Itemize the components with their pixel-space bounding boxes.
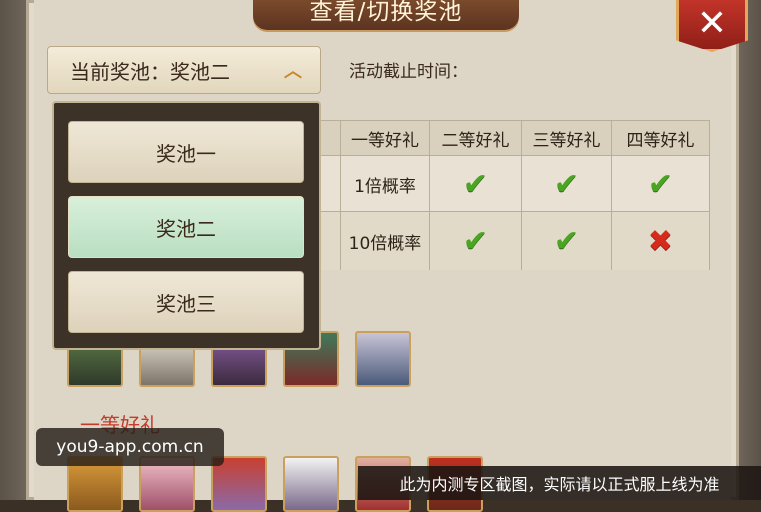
table-header-cell: 二等好礼 (430, 121, 522, 155)
footer-notice: 此为内测专区截图，实际请以正式服上线为准 (358, 466, 761, 500)
pool-option-1[interactable]: 奖池一 (68, 121, 304, 183)
watermark: you9-app.com.cn (36, 428, 224, 466)
rate-cell: 1倍概率 (341, 156, 430, 212)
check-icon: ✔ (430, 212, 522, 270)
table-row: 10倍概率 ✔ ✔ ✖ (259, 211, 709, 270)
table-header-cell: 三等好礼 (522, 121, 612, 155)
chevron-up-icon: ︿ (284, 61, 302, 82)
check-icon: ✔ (522, 156, 612, 212)
table-header-cell: 一等好礼 (341, 121, 430, 155)
table-row: 1倍概率 ✔ ✔ ✔ (259, 155, 709, 212)
title-banner: 查看/切换奖池 (253, 0, 519, 30)
close-icon: ✕ (696, 2, 728, 44)
prize-avatar-icon[interactable] (355, 331, 411, 387)
deadline-label: 活动截止时间： (349, 62, 468, 82)
check-icon: ✔ (522, 212, 612, 270)
pool-dropdown-menu: 奖池一 奖池二 奖池三 (52, 101, 321, 350)
check-icon: ✔ (647, 166, 674, 202)
pool-option-3[interactable]: 奖池三 (68, 271, 304, 333)
pool-option-2[interactable]: 奖池二 (68, 196, 304, 258)
table-header-cell: 四等好礼 (626, 130, 695, 151)
prize-avatar-icon[interactable] (283, 456, 339, 512)
pool-select-dropdown[interactable]: 当前奖池：奖池二 ︿ (47, 46, 321, 94)
left-edge-strip (0, 0, 26, 500)
table-header-row: 礼 一等好礼 二等好礼 三等好礼 四等好礼 (259, 121, 709, 155)
prize-rate-table: 礼 一等好礼 二等好礼 三等好礼 四等好礼 1倍概率 ✔ ✔ ✔ 10倍概率 ✔… (258, 120, 710, 270)
cross-icon: ✖ (647, 223, 674, 259)
current-pool-label: 当前奖池：奖池二 (70, 59, 230, 84)
check-icon: ✔ (430, 156, 522, 212)
dialog-title: 查看/切换奖池 (309, 0, 463, 25)
rate-cell: 10倍概率 (341, 212, 430, 270)
right-edge-strip (739, 0, 761, 500)
